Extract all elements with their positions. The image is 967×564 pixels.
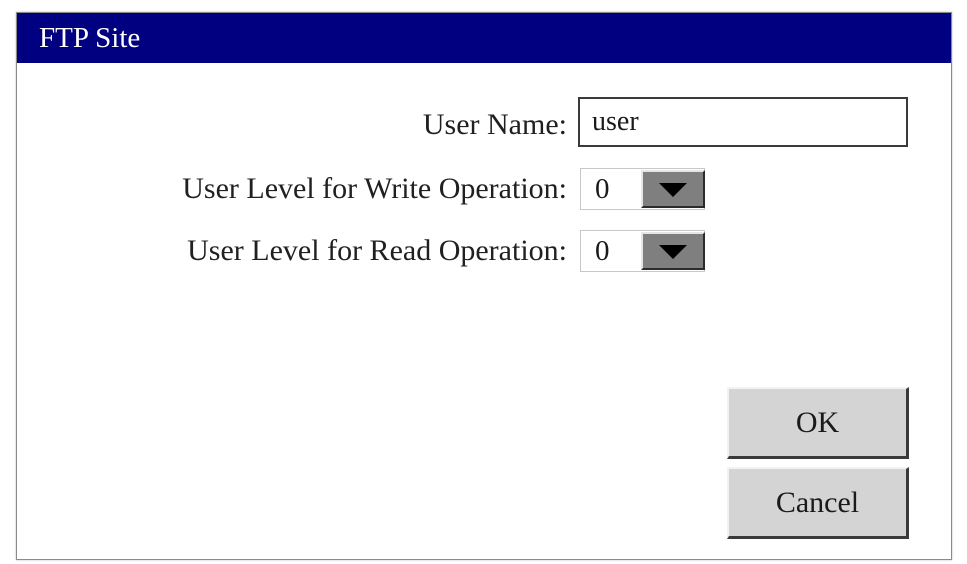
write-level-dropdown-button[interactable] (641, 170, 705, 208)
user-name-input[interactable] (578, 97, 908, 147)
read-level-label: User Level for Read Operation: (187, 234, 567, 267)
read-level-value: 0 (595, 235, 610, 267)
write-level-select[interactable]: 0 (580, 168, 705, 210)
write-level-label: User Level for Write Operation: (182, 172, 567, 205)
user-name-label: User Name: (422, 108, 567, 141)
chevron-down-icon (659, 245, 687, 259)
dialog-title: FTP Site (39, 22, 141, 54)
read-level-select[interactable]: 0 (580, 230, 705, 272)
chevron-down-icon (659, 183, 687, 197)
ok-button[interactable]: OK (727, 387, 909, 459)
write-level-value: 0 (595, 173, 610, 205)
ftp-site-dialog: FTP Site User Name: User Level for Write… (16, 12, 952, 560)
title-bar: FTP Site (17, 13, 951, 63)
read-level-dropdown-button[interactable] (641, 232, 705, 270)
cancel-button[interactable]: Cancel (727, 467, 909, 539)
